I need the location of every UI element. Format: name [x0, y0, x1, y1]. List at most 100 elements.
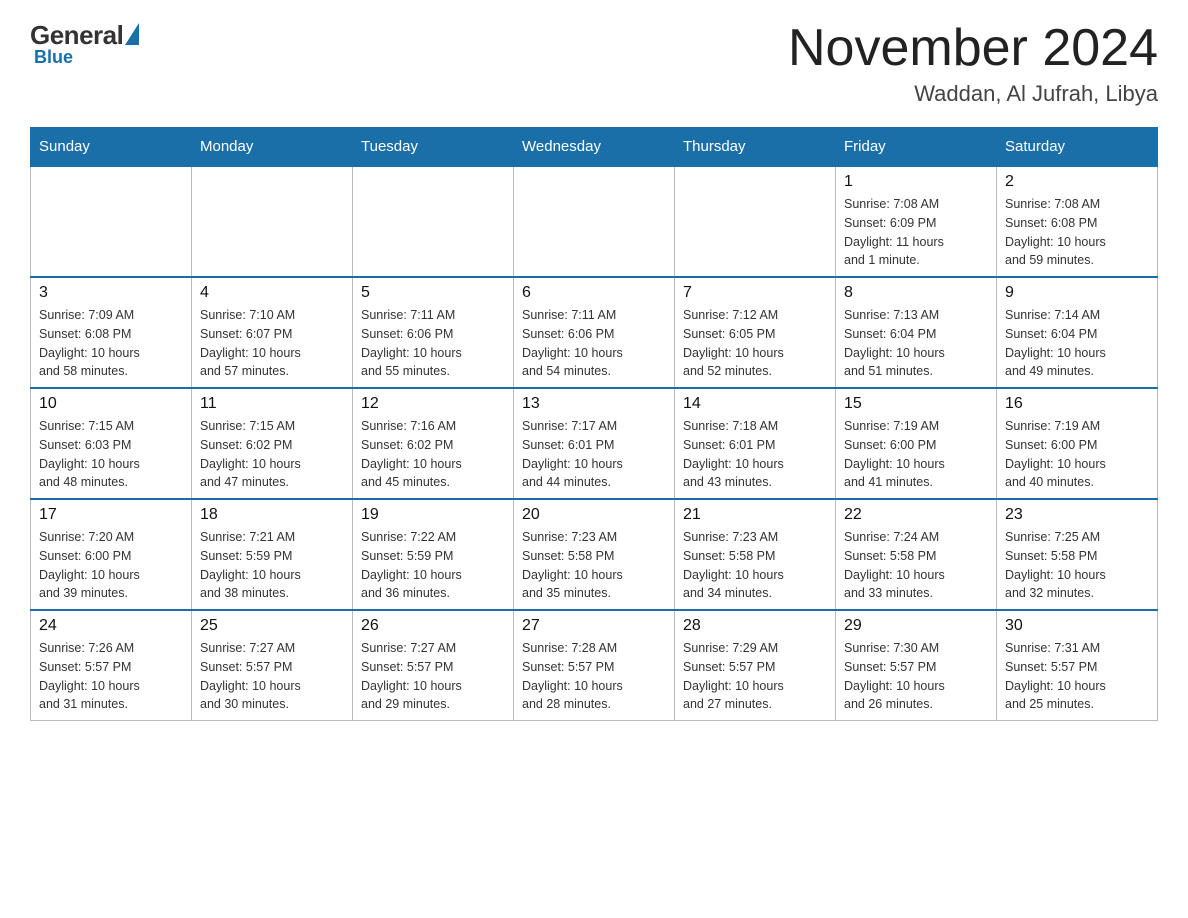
day-number: 19 [361, 506, 505, 524]
day-info: Sunrise: 7:09 AM Sunset: 6:08 PM Dayligh… [39, 306, 183, 381]
day-number: 23 [1005, 506, 1149, 524]
day-number: 28 [683, 617, 827, 635]
day-number: 15 [844, 395, 988, 413]
day-info: Sunrise: 7:27 AM Sunset: 5:57 PM Dayligh… [200, 639, 344, 714]
calendar-day-cell: 5 Sunrise: 7:11 AM Sunset: 6:06 PM Daylig… [353, 277, 514, 388]
calendar-day-cell: 21 Sunrise: 7:23 AM Sunset: 5:58 PM Dayli… [675, 499, 836, 610]
day-number: 8 [844, 284, 988, 302]
day-info: Sunrise: 7:15 AM Sunset: 6:02 PM Dayligh… [200, 417, 344, 492]
day-number: 26 [361, 617, 505, 635]
calendar-day-cell: 27 Sunrise: 7:28 AM Sunset: 5:57 PM Dayli… [514, 610, 675, 721]
day-number: 17 [39, 506, 183, 524]
day-info: Sunrise: 7:16 AM Sunset: 6:02 PM Dayligh… [361, 417, 505, 492]
day-info: Sunrise: 7:19 AM Sunset: 6:00 PM Dayligh… [844, 417, 988, 492]
calendar-day-cell [31, 166, 192, 277]
month-year-title: November 2024 [788, 20, 1158, 77]
calendar-day-cell: 8 Sunrise: 7:13 AM Sunset: 6:04 PM Daylig… [836, 277, 997, 388]
day-number: 27 [522, 617, 666, 635]
page-header: General Blue November 2024 Waddan, Al Ju… [30, 20, 1158, 107]
calendar-day-cell: 6 Sunrise: 7:11 AM Sunset: 6:06 PM Daylig… [514, 277, 675, 388]
calendar-day-header: Monday [192, 128, 353, 167]
day-info: Sunrise: 7:30 AM Sunset: 5:57 PM Dayligh… [844, 639, 988, 714]
calendar-day-cell: 10Sunrise: 7:15 AM Sunset: 6:03 PM Dayli… [31, 388, 192, 499]
calendar-day-cell: 13 Sunrise: 7:17 AM Sunset: 6:01 PM Dayli… [514, 388, 675, 499]
calendar-day-cell [192, 166, 353, 277]
day-info: Sunrise: 7:10 AM Sunset: 6:07 PM Dayligh… [200, 306, 344, 381]
calendar-day-cell: 28 Sunrise: 7:29 AM Sunset: 5:57 PM Dayli… [675, 610, 836, 721]
day-info: Sunrise: 7:12 AM Sunset: 6:05 PM Dayligh… [683, 306, 827, 381]
calendar-day-header: Wednesday [514, 128, 675, 167]
day-number: 29 [844, 617, 988, 635]
calendar-day-header: Thursday [675, 128, 836, 167]
calendar-day-cell: 23 Sunrise: 7:25 AM Sunset: 5:58 PM Dayli… [997, 499, 1158, 610]
calendar-day-cell: 29 Sunrise: 7:30 AM Sunset: 5:57 PM Dayli… [836, 610, 997, 721]
calendar-day-cell: 3Sunrise: 7:09 AM Sunset: 6:08 PM Daylig… [31, 277, 192, 388]
calendar-day-cell: 26Sunrise: 7:27 AM Sunset: 5:57 PM Dayli… [353, 610, 514, 721]
day-info: Sunrise: 7:22 AM Sunset: 5:59 PM Dayligh… [361, 528, 505, 603]
day-info: Sunrise: 7:29 AM Sunset: 5:57 PM Dayligh… [683, 639, 827, 714]
day-number: 6 [522, 284, 666, 302]
calendar-day-cell: 14 Sunrise: 7:18 AM Sunset: 6:01 PM Dayli… [675, 388, 836, 499]
calendar-day-header: Friday [836, 128, 997, 167]
day-info: Sunrise: 7:17 AM Sunset: 6:01 PM Dayligh… [522, 417, 666, 492]
day-info: Sunrise: 7:20 AM Sunset: 6:00 PM Dayligh… [39, 528, 183, 603]
day-info: Sunrise: 7:26 AM Sunset: 5:57 PM Dayligh… [39, 639, 183, 714]
calendar-day-cell: 7 Sunrise: 7:12 AM Sunset: 6:05 PM Daylig… [675, 277, 836, 388]
calendar-week-row: 1Sunrise: 7:08 AM Sunset: 6:09 PM Daylig… [31, 166, 1158, 277]
calendar-day-cell: 18Sunrise: 7:21 AM Sunset: 5:59 PM Dayli… [192, 499, 353, 610]
calendar-day-cell: 25Sunrise: 7:27 AM Sunset: 5:57 PM Dayli… [192, 610, 353, 721]
day-number: 21 [683, 506, 827, 524]
day-number: 1 [844, 173, 988, 191]
day-number: 5 [361, 284, 505, 302]
day-number: 4 [200, 284, 344, 302]
calendar-day-header: Sunday [31, 128, 192, 167]
calendar-header-row: SundayMondayTuesdayWednesdayThursdayFrid… [31, 128, 1158, 167]
day-info: Sunrise: 7:14 AM Sunset: 6:04 PM Dayligh… [1005, 306, 1149, 381]
calendar-day-cell [514, 166, 675, 277]
calendar-week-row: 17 Sunrise: 7:20 AM Sunset: 6:00 PM Dayli… [31, 499, 1158, 610]
day-info: Sunrise: 7:21 AM Sunset: 5:59 PM Dayligh… [200, 528, 344, 603]
calendar-day-cell: 9 Sunrise: 7:14 AM Sunset: 6:04 PM Daylig… [997, 277, 1158, 388]
day-number: 9 [1005, 284, 1149, 302]
calendar-day-cell: 24Sunrise: 7:26 AM Sunset: 5:57 PM Dayli… [31, 610, 192, 721]
day-info: Sunrise: 7:11 AM Sunset: 6:06 PM Dayligh… [522, 306, 666, 381]
calendar-day-cell: 4 Sunrise: 7:10 AM Sunset: 6:07 PM Daylig… [192, 277, 353, 388]
calendar-table: SundayMondayTuesdayWednesdayThursdayFrid… [30, 127, 1158, 721]
day-info: Sunrise: 7:23 AM Sunset: 5:58 PM Dayligh… [683, 528, 827, 603]
day-info: Sunrise: 7:25 AM Sunset: 5:58 PM Dayligh… [1005, 528, 1149, 603]
day-info: Sunrise: 7:08 AM Sunset: 6:08 PM Dayligh… [1005, 195, 1149, 270]
day-info: Sunrise: 7:18 AM Sunset: 6:01 PM Dayligh… [683, 417, 827, 492]
calendar-day-cell: 22 Sunrise: 7:24 AM Sunset: 5:58 PM Dayli… [836, 499, 997, 610]
day-info: Sunrise: 7:11 AM Sunset: 6:06 PM Dayligh… [361, 306, 505, 381]
calendar-week-row: 3Sunrise: 7:09 AM Sunset: 6:08 PM Daylig… [31, 277, 1158, 388]
calendar-day-cell: 17 Sunrise: 7:20 AM Sunset: 6:00 PM Dayli… [31, 499, 192, 610]
day-number: 7 [683, 284, 827, 302]
day-number: 20 [522, 506, 666, 524]
day-number: 13 [522, 395, 666, 413]
calendar-day-cell: 20 Sunrise: 7:23 AM Sunset: 5:58 PM Dayli… [514, 499, 675, 610]
calendar-day-cell: 11 Sunrise: 7:15 AM Sunset: 6:02 PM Dayli… [192, 388, 353, 499]
calendar-day-cell: 1Sunrise: 7:08 AM Sunset: 6:09 PM Daylig… [836, 166, 997, 277]
day-info: Sunrise: 7:13 AM Sunset: 6:04 PM Dayligh… [844, 306, 988, 381]
title-block: November 2024 Waddan, Al Jufrah, Libya [788, 20, 1158, 107]
calendar-day-header: Tuesday [353, 128, 514, 167]
calendar-day-cell: 12Sunrise: 7:16 AM Sunset: 6:02 PM Dayli… [353, 388, 514, 499]
logo-blue-text: Blue [34, 47, 73, 68]
calendar-day-cell [675, 166, 836, 277]
day-info: Sunrise: 7:19 AM Sunset: 6:00 PM Dayligh… [1005, 417, 1149, 492]
day-info: Sunrise: 7:24 AM Sunset: 5:58 PM Dayligh… [844, 528, 988, 603]
calendar-day-cell: 30Sunrise: 7:31 AM Sunset: 5:57 PM Dayli… [997, 610, 1158, 721]
day-info: Sunrise: 7:28 AM Sunset: 5:57 PM Dayligh… [522, 639, 666, 714]
day-number: 22 [844, 506, 988, 524]
day-number: 14 [683, 395, 827, 413]
calendar-day-header: Saturday [997, 128, 1158, 167]
calendar-day-cell: 19 Sunrise: 7:22 AM Sunset: 5:59 PM Dayli… [353, 499, 514, 610]
day-info: Sunrise: 7:15 AM Sunset: 6:03 PM Dayligh… [39, 417, 183, 492]
day-number: 11 [200, 395, 344, 413]
calendar-week-row: 24Sunrise: 7:26 AM Sunset: 5:57 PM Dayli… [31, 610, 1158, 721]
day-number: 30 [1005, 617, 1149, 635]
logo: General Blue [30, 20, 139, 68]
day-number: 16 [1005, 395, 1149, 413]
calendar-week-row: 10Sunrise: 7:15 AM Sunset: 6:03 PM Dayli… [31, 388, 1158, 499]
day-info: Sunrise: 7:23 AM Sunset: 5:58 PM Dayligh… [522, 528, 666, 603]
